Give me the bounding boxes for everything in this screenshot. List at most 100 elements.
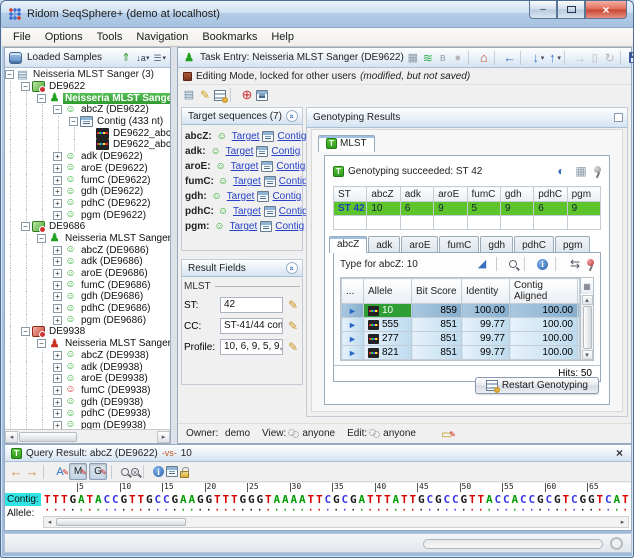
allele-row[interactable]: ►55585199.77100.00100.00 [342,318,580,332]
add-contig-icon[interactable] [256,90,268,101]
restart-genotyping-button[interactable]: Restart Genotyping [475,377,599,394]
tree-expand-toggle[interactable]: + [53,363,62,372]
allele-row[interactable]: ►10859100.00100.00100.00 [342,304,580,318]
tree-item[interactable]: +☺abcZ (DE9686) [5,244,170,256]
chart-icon[interactable]: ◢ [475,257,489,271]
field-value-input[interactable]: 10, 6, 9, 5, 9, 6, 9 [220,339,283,355]
target-link[interactable]: Target [233,176,261,187]
tree-item[interactable]: DE9622_abc_R (7 [5,127,170,139]
tab-gdh[interactable]: gdh [480,236,513,253]
info-icon[interactable]: i [537,259,548,270]
q-back-icon[interactable]: ← [9,465,23,479]
info-icon[interactable]: i [153,466,164,477]
alignment-scrollbar[interactable]: ◂ ▸ [43,516,629,528]
dropdown-caret-icon[interactable]: ▾ [162,54,166,62]
tree-expand-toggle[interactable]: + [53,211,62,220]
tree-item[interactable]: +☺aroE (DE9686) [5,268,170,280]
tree-item[interactable]: +☺pdhC (DE9622) [5,198,170,210]
tree-expand-toggle[interactable]: + [53,292,62,301]
back-icon[interactable]: ← [503,51,517,65]
edit-pencil-icon[interactable]: ✎ [286,298,300,312]
allele-table-scrollbar[interactable]: ▴ ▾ [580,295,593,360]
tree-item[interactable]: +☺fumC (DE9686) [5,279,170,291]
tree-expand-toggle[interactable]: + [53,351,62,360]
tab-pdhc[interactable]: pdhC [514,236,554,253]
contig-link[interactable]: Contig [272,191,301,202]
tree-item[interactable]: +☺fumC (DE9938) [5,385,170,397]
scroll-left-arrow[interactable]: ◂ [44,517,55,527]
field-value-input[interactable]: 42 [220,297,283,313]
tree-expand-toggle[interactable]: + [53,246,62,255]
tree-item[interactable]: −DE9938 [5,326,170,338]
tree-expand-toggle[interactable]: + [53,176,62,185]
tree-item[interactable]: +☺adk (DE9622) [5,151,170,163]
menu-navigation[interactable]: Navigation [129,29,195,45]
panel-minimize-icon[interactable] [614,113,623,122]
edit-permissions-icon[interactable]: ▭ [440,427,454,441]
scroll-thumb[interactable] [19,432,77,442]
tree-expand-toggle[interactable]: − [21,222,30,231]
tree-expand-toggle[interactable]: − [21,327,30,336]
pin-icon[interactable] [594,166,601,173]
gauge-icon[interactable]: ◐ [554,164,568,178]
tree-expand-toggle[interactable]: − [37,234,46,243]
menu-tools[interactable]: Tools [90,29,130,45]
tree-item[interactable]: DE9622_abc_F (4 [5,139,170,151]
tree-item[interactable]: −Contig (433 nt) [5,116,170,128]
tree-expand-toggle[interactable]: + [53,409,62,418]
menu-bookmarks[interactable]: Bookmarks [195,29,264,45]
collapse-panel-icon[interactable]: « [286,262,298,274]
collapse-panel-icon[interactable]: « [286,110,298,122]
tree-item[interactable]: −♟Neisseria MLST Sanger (DE99 [5,338,170,350]
tree-expand-toggle[interactable]: − [69,117,78,126]
tree-item[interactable]: +☺gdh (DE9622) [5,186,170,198]
zoom-in-icon[interactable] [121,468,129,476]
tree-item[interactable]: +☺pdhC (DE9938) [5,408,170,420]
tab-abcz[interactable]: abcZ [329,236,367,253]
target-link[interactable]: Target [229,221,257,232]
q-forward-icon[interactable]: → [25,465,39,479]
tab-adk[interactable]: adk [368,236,400,253]
tree-expand-toggle[interactable]: + [53,187,62,196]
title-bar[interactable]: Ridom SeqSphere+ (demo at localhost) –× [1,1,633,27]
target-link[interactable]: Target [233,206,261,217]
contig-link[interactable]: Contig [271,146,300,157]
tree-expand-toggle[interactable]: + [53,386,62,395]
dropdown-caret-icon[interactable]: ▾ [557,54,561,62]
target-link[interactable]: Target [226,146,254,157]
menu-options[interactable]: Options [38,29,90,45]
tree-expand-toggle[interactable]: + [53,199,62,208]
scroll-thumb[interactable] [583,306,592,349]
tree-item[interactable]: −DE9686 [5,221,170,233]
minimize-button[interactable]: – [529,1,557,19]
tree-expand-toggle[interactable]: + [53,398,62,407]
scroll-right-arrow[interactable]: ▸ [617,517,628,527]
tree-item[interactable]: +☺adk (DE9938) [5,361,170,373]
tree-item[interactable]: +☺adk (DE9686) [5,256,170,268]
tree-expand-toggle[interactable]: + [53,152,62,161]
allele-row[interactable]: ►27785199.77100.00100.00 [342,332,580,346]
toggle-g-icon[interactable]: G [91,465,105,479]
tree-item[interactable]: −DE9622 [5,81,170,93]
tree-expand-toggle[interactable]: − [21,82,30,91]
pin-red-icon[interactable] [587,259,594,266]
scroll-thumb[interactable] [56,518,186,526]
tree-expand-toggle[interactable]: + [53,374,62,383]
tree-expand-toggle[interactable]: + [53,257,62,266]
maximize-button[interactable] [557,1,585,19]
compare-icon[interactable]: ⇆ [568,257,582,271]
tab-pgm[interactable]: pgm [555,236,590,253]
tree-expand-toggle[interactable]: + [53,304,62,313]
scroll-right-arrow[interactable]: ▸ [157,431,170,443]
tree-item[interactable]: +☺pdhC (DE9686) [5,303,170,315]
menu-file[interactable]: File [6,29,38,45]
contig-link[interactable]: Contig [279,176,308,187]
magnifier-icon[interactable] [509,260,517,268]
target-region-icon[interactable]: ⊕ [240,88,254,102]
tree-item[interactable]: +☺pgm (DE9622) [5,209,170,221]
allele-hits-table[interactable]: ...AlleleBit ScoreIdentityContig Aligned… [341,278,580,360]
contig-link[interactable]: Contig [276,161,305,172]
column-chooser-icon[interactable]: ▦ [580,278,593,294]
tree-item[interactable]: +☺gdh (DE9938) [5,396,170,408]
edit-pencil-icon[interactable]: ✎ [286,340,300,354]
